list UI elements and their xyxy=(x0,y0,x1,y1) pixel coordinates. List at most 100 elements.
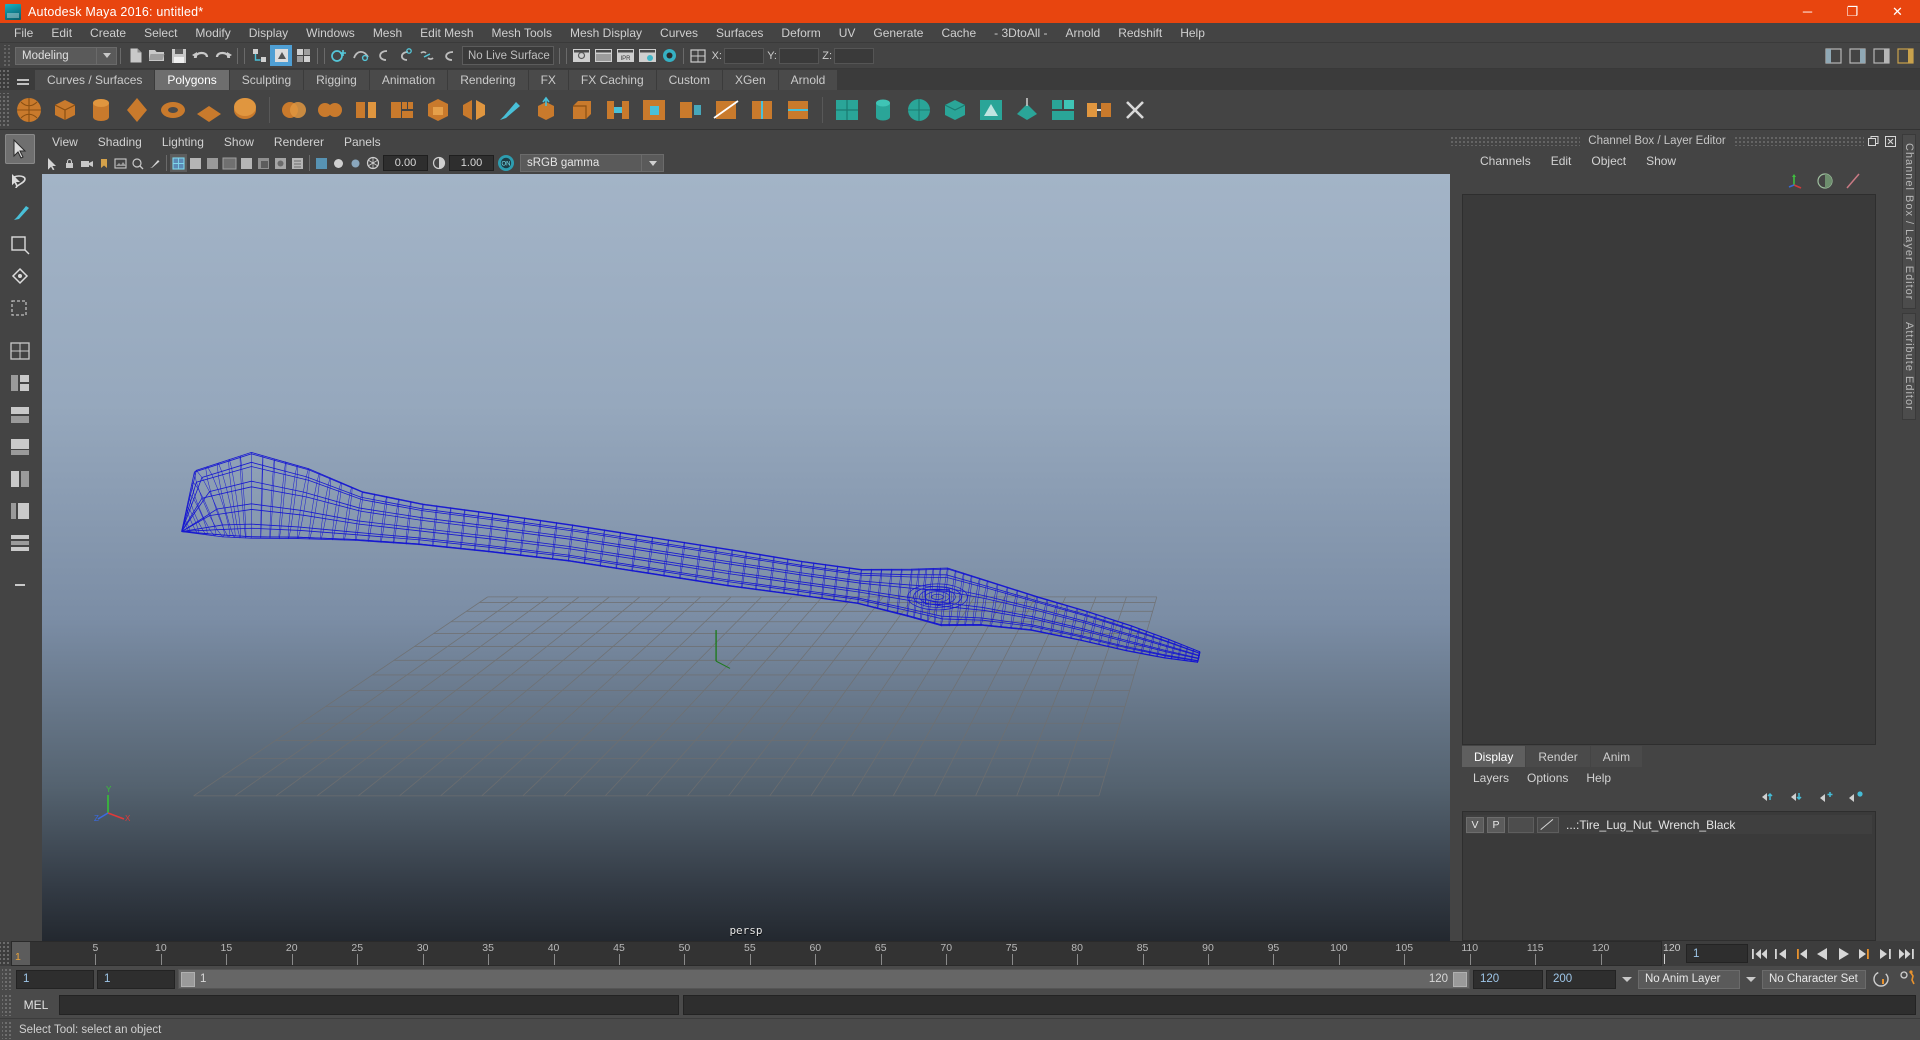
layer-menu-layers[interactable]: Layers xyxy=(1464,770,1518,786)
command-line-grip[interactable] xyxy=(2,994,13,1016)
show-hide-attribute-editor-icon[interactable] xyxy=(1846,45,1868,66)
anim-layer-field[interactable]: No Anim Layer xyxy=(1638,969,1740,989)
polygon-plane-icon[interactable] xyxy=(193,94,225,126)
make-live-icon[interactable] xyxy=(438,45,460,66)
maximize-button[interactable]: ❐ xyxy=(1830,0,1875,23)
render-settings-icon[interactable] xyxy=(636,45,658,66)
lock-camera-icon[interactable] xyxy=(61,154,78,172)
x-ray-display-icon[interactable] xyxy=(313,154,330,172)
menu-mesh[interactable]: Mesh xyxy=(364,24,411,42)
transform-axes-icon[interactable] xyxy=(1788,172,1806,195)
range-slider-start-handle[interactable] xyxy=(181,971,195,987)
uv-editor-icon[interactable] xyxy=(975,94,1007,126)
character-set-dropdown-arrow[interactable] xyxy=(1743,969,1759,989)
time-slider-ruler[interactable]: 1 5 10 15 20 25 30 35 40 45 50 55 60 65 70 75 80 85 90 95 1… xyxy=(11,941,1662,966)
extract-icon[interactable] xyxy=(350,94,382,126)
two-d-pan-zoom-icon[interactable] xyxy=(129,154,146,172)
range-slider-grip[interactable] xyxy=(2,968,13,990)
sculpt-tool-icon[interactable] xyxy=(494,94,526,126)
layer-menu-help[interactable]: Help xyxy=(1577,770,1620,786)
bridge-icon[interactable] xyxy=(602,94,634,126)
move-layer-up-icon[interactable] xyxy=(1761,790,1777,808)
gamma-value-field[interactable]: 1.00 xyxy=(449,155,494,171)
range-start-time-field[interactable]: 1 xyxy=(97,969,175,989)
menu-select[interactable]: Select xyxy=(135,24,186,42)
layer-tab-display[interactable]: Display xyxy=(1462,746,1526,767)
viewport-menu-view[interactable]: View xyxy=(42,134,88,150)
command-response-field[interactable] xyxy=(683,995,1916,1015)
move-layer-down-icon[interactable] xyxy=(1790,790,1806,808)
y-input-field[interactable] xyxy=(779,47,819,64)
viewport-menu-lighting[interactable]: Lighting xyxy=(152,134,214,150)
menu-mesh-tools[interactable]: Mesh Tools xyxy=(483,24,561,42)
uv-spherical-icon[interactable] xyxy=(903,94,935,126)
paint-selection-tool-icon[interactable] xyxy=(5,198,35,228)
script-language-label[interactable]: MEL xyxy=(17,998,55,1012)
channel-box-menu-edit[interactable]: Edit xyxy=(1541,153,1582,169)
shelf-tab-sculpting[interactable]: Sculpting xyxy=(229,70,305,90)
current-time-indicator[interactable]: 1 xyxy=(12,942,30,965)
channel-box-menu-object[interactable]: Object xyxy=(1581,153,1636,169)
wireframe-shading-icon[interactable] xyxy=(170,154,187,172)
use-all-lights-icon[interactable] xyxy=(221,154,238,172)
shelf-tab-fx[interactable]: FX xyxy=(528,70,569,90)
shelf-tab-arnold[interactable]: Arnold xyxy=(778,70,839,90)
render-current-frame-icon[interactable] xyxy=(592,45,614,66)
scale-tool-icon[interactable] xyxy=(5,294,35,324)
smooth-shade-all-icon[interactable] xyxy=(187,154,204,172)
gamma-icon[interactable] xyxy=(430,154,447,172)
menu-file[interactable]: File xyxy=(5,24,42,42)
transfer-attributes-icon[interactable] xyxy=(1083,94,1115,126)
shelf-tab-animation[interactable]: Animation xyxy=(369,70,449,90)
polygon-cylinder-icon[interactable] xyxy=(85,94,117,126)
status-bar-grip[interactable] xyxy=(2,1020,13,1039)
step-forward-key-icon[interactable] xyxy=(1855,944,1874,964)
menu-uv[interactable]: UV xyxy=(830,24,865,42)
animation-end-time-field[interactable]: 200 xyxy=(1546,969,1616,989)
append-polygon-icon[interactable] xyxy=(674,94,706,126)
layout-outliner-persp-icon[interactable] xyxy=(5,496,35,526)
menu-modify[interactable]: Modify xyxy=(186,24,239,42)
booleans-icon[interactable] xyxy=(386,94,418,126)
mirror-geometry-icon[interactable] xyxy=(458,94,490,126)
exposure-icon[interactable] xyxy=(364,154,381,172)
select-objects-icon[interactable] xyxy=(44,154,61,172)
layout-hypershade-icon[interactable] xyxy=(5,464,35,494)
bookmark-icon[interactable] xyxy=(95,154,112,172)
statusline-grip[interactable] xyxy=(2,44,11,67)
image-plane-icon[interactable] xyxy=(112,154,129,172)
menu-redshift[interactable]: Redshift xyxy=(1109,24,1171,42)
fill-hole-icon[interactable] xyxy=(638,94,670,126)
shadows-icon[interactable] xyxy=(255,154,272,172)
polygon-disc-icon[interactable] xyxy=(229,94,261,126)
play-backwards-icon[interactable] xyxy=(1813,944,1832,964)
layer-row[interactable]: V P ...:Tire_Lug_Nut_Wrench_Black xyxy=(1466,815,1872,834)
color-management-dropdown-arrow[interactable] xyxy=(642,154,664,172)
shelf-tab-xgen[interactable]: XGen xyxy=(722,70,779,90)
x-ray-active-components-icon[interactable] xyxy=(347,154,364,172)
menu-curves[interactable]: Curves xyxy=(651,24,707,42)
polygon-sphere-icon[interactable] xyxy=(13,94,45,126)
exposure-value-field[interactable]: 0.00 xyxy=(383,155,428,171)
menu-set-selector[interactable]: Modeling xyxy=(15,46,97,65)
menu-display[interactable]: Display xyxy=(240,24,297,42)
insert-edge-loop-icon[interactable] xyxy=(782,94,814,126)
menu-cache[interactable]: Cache xyxy=(932,24,985,42)
color-management-selector[interactable]: sRGB gamma xyxy=(520,154,642,172)
camera-attributes-icon[interactable] xyxy=(78,154,95,172)
range-slider-end-handle[interactable] xyxy=(1453,971,1467,987)
play-forwards-icon[interactable] xyxy=(1834,944,1853,964)
close-button[interactable]: ✕ xyxy=(1875,0,1920,23)
shelf-tab-custom[interactable]: Custom xyxy=(656,70,723,90)
input-line-mode-icon[interactable] xyxy=(687,45,709,66)
shelf-tab-fx-caching[interactable]: FX Caching xyxy=(568,70,657,90)
new-scene-icon[interactable] xyxy=(124,45,146,66)
x-input-field[interactable] xyxy=(724,47,764,64)
use-default-light-icon[interactable] xyxy=(238,154,255,172)
channel-box-menu-show[interactable]: Show xyxy=(1636,153,1686,169)
rotate-tool-icon[interactable] xyxy=(5,262,35,292)
go-to-start-icon[interactable] xyxy=(1750,944,1769,964)
time-slider-grip[interactable] xyxy=(0,941,11,966)
polygon-torus-icon[interactable] xyxy=(157,94,189,126)
animation-preferences-icon[interactable] xyxy=(1896,969,1920,989)
